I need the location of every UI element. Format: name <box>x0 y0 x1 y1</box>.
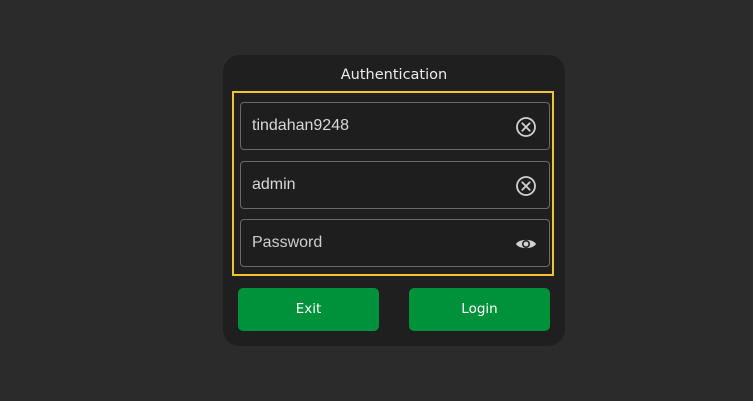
device-field-value: tindahan9248 <box>252 117 349 134</box>
password-placeholder: Password <box>252 234 323 251</box>
username-field-value: admin <box>252 176 296 193</box>
clear-icon[interactable] <box>515 116 537 138</box>
login-button[interactable]: Login <box>409 288 550 331</box>
authentication-dialog: Authentication tindahan9248 admin Passwo… <box>223 55 565 346</box>
eye-icon[interactable] <box>515 233 537 255</box>
clear-icon[interactable] <box>515 175 537 197</box>
exit-button[interactable]: Exit <box>238 288 379 331</box>
username-field[interactable]: admin <box>240 161 550 209</box>
password-field[interactable]: Password <box>240 219 550 267</box>
credentials-group: tindahan9248 admin Password <box>232 91 554 276</box>
device-field[interactable]: tindahan9248 <box>240 102 550 150</box>
dialog-title: Authentication <box>340 67 448 83</box>
